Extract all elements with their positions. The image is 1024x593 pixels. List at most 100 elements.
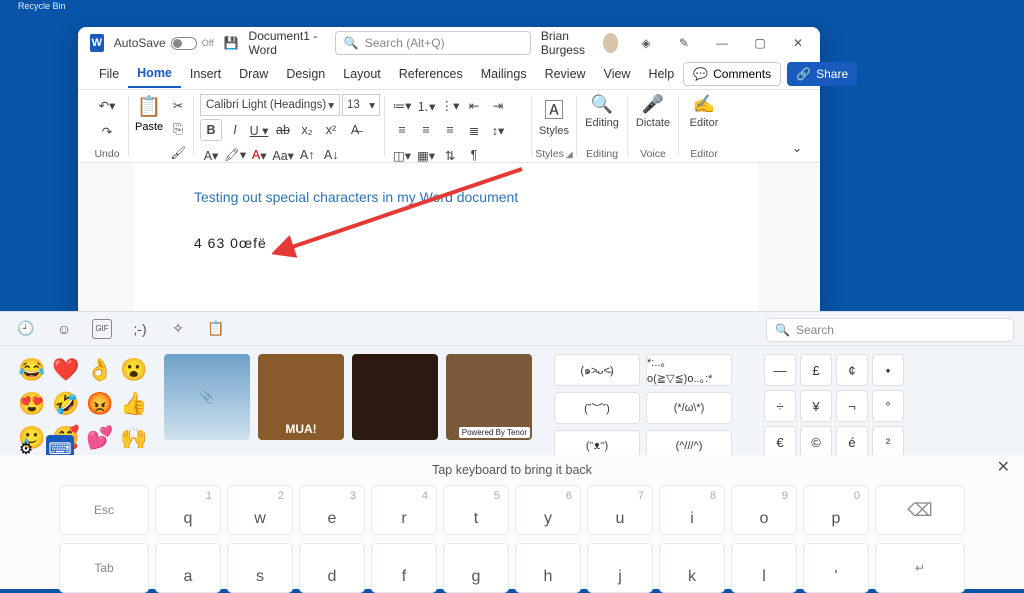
- symbol-item[interactable]: ¢: [836, 354, 868, 386]
- collapse-ribbon-button[interactable]: ⌄: [786, 136, 808, 158]
- emoji-item[interactable]: 👌: [84, 354, 116, 386]
- page[interactable]: Testing out special characters in my Wor…: [134, 163, 758, 317]
- kaomoji-item[interactable]: (˘︶˘): [554, 392, 640, 424]
- tab-gif-icon[interactable]: GIF: [92, 319, 112, 339]
- key-w[interactable]: 2w: [227, 485, 293, 535]
- close-button[interactable]: ✕: [780, 29, 816, 57]
- key-o[interactable]: 9o: [731, 485, 797, 535]
- italic-button[interactable]: I: [224, 119, 246, 141]
- align-center-button[interactable]: ≡: [415, 119, 437, 141]
- key-y[interactable]: 6y: [515, 485, 581, 535]
- tab-emoji-icon[interactable]: ☺: [54, 319, 74, 339]
- align-right-button[interactable]: ≡: [439, 119, 461, 141]
- tab-clipboard-icon[interactable]: 📋: [206, 319, 226, 339]
- tab-help[interactable]: Help: [639, 60, 683, 88]
- key-j[interactable]: j: [587, 543, 653, 593]
- key-q[interactable]: 1q: [155, 485, 221, 535]
- multilevel-button[interactable]: ⋮▾: [439, 94, 461, 116]
- key-esc[interactable]: Esc: [59, 485, 149, 535]
- decrease-indent-button[interactable]: ⇤: [463, 94, 485, 116]
- gif-item[interactable]: 📎: [164, 354, 250, 440]
- bold-button[interactable]: B: [200, 119, 222, 141]
- tab-draw[interactable]: Draw: [230, 60, 277, 88]
- user-account[interactable]: Brian Burgess: [541, 29, 618, 57]
- underline-button[interactable]: U ▾: [248, 119, 270, 141]
- tab-layout[interactable]: Layout: [334, 60, 390, 88]
- key-i[interactable]: 8i: [659, 485, 725, 535]
- font-name-select[interactable]: Calibri Light (Headings)▾: [200, 94, 340, 116]
- touch-keyboard[interactable]: Tap keyboard to bring it back ✕ Esc 1q 2…: [0, 455, 1024, 589]
- tab-review[interactable]: Review: [536, 60, 595, 88]
- dictate-button[interactable]: 🎤Dictate: [634, 94, 672, 129]
- key-r[interactable]: 4r: [371, 485, 437, 535]
- format-painter-button[interactable]: 🖌: [167, 142, 189, 164]
- tab-home[interactable]: Home: [128, 60, 181, 88]
- key-f[interactable]: f: [371, 543, 437, 593]
- key-apostrophe[interactable]: ': [803, 543, 869, 593]
- symbol-item[interactable]: ÷: [764, 390, 796, 422]
- gif-item[interactable]: MUA!: [258, 354, 344, 440]
- paste-button[interactable]: 📋 Paste: [135, 94, 163, 133]
- symbol-item[interactable]: ©: [800, 426, 832, 458]
- symbol-item[interactable]: •: [872, 354, 904, 386]
- autosave-toggle[interactable]: AutoSave Off: [114, 36, 214, 50]
- editing-button[interactable]: 🔍Editing: [583, 94, 621, 129]
- undo-button[interactable]: ↶▾: [96, 94, 118, 116]
- minimize-button[interactable]: —: [704, 29, 740, 57]
- osk-close-button[interactable]: ✕: [997, 457, 1010, 477]
- styles-button[interactable]: 🄰Styles: [538, 94, 570, 137]
- key-l[interactable]: l: [731, 543, 797, 593]
- tab-references[interactable]: References: [390, 60, 472, 88]
- symbol-item[interactable]: £: [800, 354, 832, 386]
- kaomoji-item[interactable]: *:..｡o(≧▽≦)o..｡:*: [646, 354, 732, 386]
- document-area[interactable]: Testing out special characters in my Wor…: [78, 163, 820, 317]
- share-button[interactable]: 🔗Share: [787, 62, 857, 86]
- emoji-item[interactable]: 😍: [16, 388, 48, 420]
- emoji-item[interactable]: ❤️: [50, 354, 82, 386]
- tab-recent-icon[interactable]: 🕘: [16, 319, 36, 339]
- key-k[interactable]: k: [659, 543, 725, 593]
- strike-button[interactable]: ab: [272, 119, 294, 141]
- tab-mailings[interactable]: Mailings: [472, 60, 536, 88]
- increase-indent-button[interactable]: ⇥: [487, 94, 509, 116]
- key-enter[interactable]: ↵: [875, 543, 965, 593]
- emoji-item[interactable]: 😡: [84, 388, 116, 420]
- line-spacing-button[interactable]: ↕▾: [487, 119, 509, 141]
- emoji-item[interactable]: 😮: [118, 354, 150, 386]
- dialog-launcher-icon[interactable]: ◢: [566, 149, 573, 160]
- key-tab[interactable]: Tab: [59, 543, 149, 593]
- emoji-item[interactable]: 😂: [16, 354, 48, 386]
- tab-kaomoji-icon[interactable]: ;-): [130, 319, 150, 339]
- emoji-item[interactable]: 👍: [118, 388, 150, 420]
- emoji-item[interactable]: 🙌: [118, 422, 150, 454]
- bullets-button[interactable]: ≔▾: [391, 94, 413, 116]
- key-e[interactable]: 3e: [299, 485, 365, 535]
- kaomoji-item[interactable]: (๑˃̵ᴗ˂̵): [554, 354, 640, 386]
- emoji-item[interactable]: 💕: [84, 422, 116, 454]
- search-box[interactable]: 🔍 Search (Alt+Q): [335, 31, 531, 55]
- symbol-item[interactable]: ²: [872, 426, 904, 458]
- tab-design[interactable]: Design: [277, 60, 334, 88]
- key-s[interactable]: s: [227, 543, 293, 593]
- kaomoji-item[interactable]: (*/ω\*): [646, 392, 732, 424]
- key-p[interactable]: 0p: [803, 485, 869, 535]
- key-g[interactable]: g: [443, 543, 509, 593]
- symbol-item[interactable]: ¬: [836, 390, 868, 422]
- symbol-item[interactable]: ¥: [800, 390, 832, 422]
- key-backspace[interactable]: ⌫: [875, 485, 965, 535]
- emoji-item[interactable]: 🤣: [50, 388, 82, 420]
- justify-button[interactable]: ≣: [463, 119, 485, 141]
- save-icon[interactable]: 💾: [224, 34, 239, 52]
- toggle-icon[interactable]: [171, 37, 197, 50]
- cut-button[interactable]: ✂: [167, 94, 189, 116]
- tab-view[interactable]: View: [595, 60, 640, 88]
- panel-search[interactable]: 🔍 Search: [766, 318, 1014, 342]
- redo-button[interactable]: ↷: [96, 120, 118, 142]
- font-size-select[interactable]: 13▾: [342, 94, 380, 116]
- symbol-item[interactable]: €: [764, 426, 796, 458]
- tab-file[interactable]: File: [90, 60, 128, 88]
- key-t[interactable]: 5t: [443, 485, 509, 535]
- superscript-button[interactable]: x²: [320, 119, 342, 141]
- copy-button[interactable]: ⎘: [167, 118, 189, 140]
- symbol-item[interactable]: —: [764, 354, 796, 386]
